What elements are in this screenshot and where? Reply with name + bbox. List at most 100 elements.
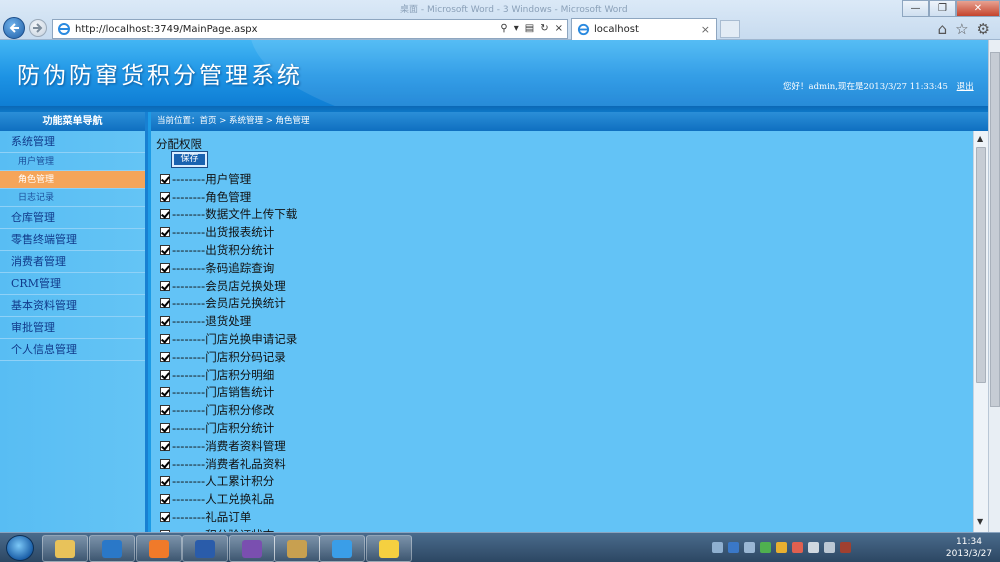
taskbar-app[interactable] [136,535,182,562]
volume-icon[interactable] [824,542,835,553]
nav-warehouse-management[interactable]: 仓库管理 [0,207,145,229]
breadcrumb-text: 当前位置：首页 > 系统管理 > 角色管理 [157,116,310,126]
tab-localhost[interactable]: localhost × [571,18,717,40]
network-icon[interactable] [712,542,723,553]
page-scroll-thumb[interactable] [990,52,1000,407]
permission-checkbox[interactable] [160,494,170,505]
permission-item: --------退货处理 [160,312,297,330]
refresh-icon[interactable]: ↻ [540,23,548,34]
permission-label: --------门店积分统计 [172,421,275,436]
scroll-up-icon[interactable]: ▲ [977,135,985,143]
nav-role-management[interactable]: 角色管理 [0,171,145,189]
permission-item: --------出货报表统计 [160,223,297,241]
permission-checkbox[interactable] [160,369,170,380]
permission-checkbox[interactable] [160,262,170,273]
permission-checkbox[interactable] [160,191,170,202]
nav-retail-terminal-management[interactable]: 零售终端管理 [0,229,145,251]
save-button[interactable]: 保存 [171,151,208,168]
settings-icon[interactable]: ⚙ [977,20,990,38]
close-window-button[interactable]: ✕ [956,0,1000,17]
scroll-down-icon[interactable]: ▼ [977,518,985,526]
dropdown-icon[interactable]: ▾ [514,23,519,34]
permission-checkbox[interactable] [160,458,170,469]
permission-label: --------人工累计积分 [172,474,275,489]
home-icon[interactable]: ⌂ [938,20,948,38]
start-button[interactable] [6,535,34,561]
expand-tray-icon[interactable] [744,542,755,553]
nav-basic-data-management[interactable]: 基本资料管理 [0,295,145,317]
sidebar-heading: 功能菜单导航 [0,112,145,131]
search-icon[interactable]: ⚲ [500,23,507,34]
taskbar-app[interactable] [89,535,135,562]
taskbar-app[interactable] [274,535,320,562]
taskbar-app[interactable] [182,535,228,562]
ie-tab-icon [577,23,590,36]
system-clock[interactable]: 11:34 2013/3/27 [941,536,997,560]
security-icon[interactable] [760,542,771,553]
taskbar-app[interactable] [366,535,412,562]
permission-checkbox[interactable] [160,423,170,434]
permission-checkbox[interactable] [160,316,170,327]
permission-checkbox[interactable] [160,440,170,451]
permission-checkbox[interactable] [160,334,170,345]
taskbar-app[interactable] [319,535,365,562]
permission-checkbox[interactable] [160,476,170,487]
permission-checkbox[interactable] [160,280,170,291]
window-title: 桌面 - Microsoft Word - 3 Windows - Micros… [400,5,628,15]
permission-item: --------人工兑换礼品 [160,490,297,508]
antivirus-icon[interactable] [792,542,803,553]
permission-item: --------消费者礼品资料 [160,455,297,473]
user-greeting: 您好！admin,现在是2013/3/27 11:33:45 退出 [783,80,974,92]
favorites-icon[interactable]: ☆ [955,20,968,38]
pen-tool-icon [149,539,169,558]
nav-approval-management[interactable]: 审批管理 [0,317,145,339]
permission-label: --------条码追踪查询 [172,260,275,275]
permission-checkbox[interactable] [160,227,170,238]
permission-label: --------数据文件上传下载 [172,207,298,222]
nav-personal-info-management[interactable]: 个人信息管理 [0,339,145,361]
nav-log-records[interactable]: 日志记录 [0,189,145,207]
nav-crm-management[interactable]: CRM管理 [0,273,145,295]
permission-item: --------数据文件上传下载 [160,206,297,224]
tools-icon [287,539,307,558]
compat-view-icon[interactable]: ▤ [525,23,534,34]
breadcrumb: 当前位置：首页 > 系统管理 > 角色管理 [151,112,988,131]
permission-checkbox[interactable] [160,512,170,523]
signal-icon[interactable] [808,542,819,553]
permission-label: --------门店积分修改 [172,403,275,418]
permission-item: --------用户管理 [160,170,297,188]
input-method-icon[interactable] [840,542,851,553]
taskbar-app[interactable] [229,535,275,562]
nav-user-management[interactable]: 用户管理 [0,153,145,171]
taskbar-app[interactable] [42,535,88,562]
content-scrollbar[interactable]: ▲ ▼ [973,131,988,532]
clock-date: 2013/3/27 [945,549,993,559]
minimize-button[interactable]: — [902,0,929,17]
permission-label: --------退货处理 [172,314,252,329]
nav-consumer-management[interactable]: 消费者管理 [0,251,145,273]
qq-icon[interactable] [776,542,787,553]
scroll-thumb[interactable] [976,147,986,383]
restore-button[interactable]: ❐ [929,0,956,17]
permission-checkbox[interactable] [160,351,170,362]
internet-explorer-icon [332,539,352,558]
permission-checkbox[interactable] [160,245,170,256]
permission-checkbox[interactable] [160,405,170,416]
back-button[interactable] [3,17,25,39]
help-icon[interactable] [728,542,739,553]
new-tab-button[interactable] [720,20,740,38]
permission-checkbox[interactable] [160,209,170,220]
page-scrollbar[interactable] [988,40,1000,532]
permission-label: --------门店兑换申请记录 [172,332,298,347]
address-bar[interactable]: http://localhost:3749/MainPage.aspx ⚲ ▾ … [52,19,568,39]
tab-close-icon[interactable]: × [701,23,710,36]
permission-item: --------门店积分修改 [160,401,297,419]
permission-checkbox[interactable] [160,387,170,398]
permission-item: --------门店积分码记录 [160,348,297,366]
close-icon[interactable]: × [555,23,563,34]
permission-checkbox[interactable] [160,173,170,184]
permission-checkbox[interactable] [160,298,170,309]
logout-link[interactable]: 退出 [957,82,974,92]
forward-button[interactable] [29,19,47,37]
nav-system-management[interactable]: 系统管理 [0,131,145,153]
